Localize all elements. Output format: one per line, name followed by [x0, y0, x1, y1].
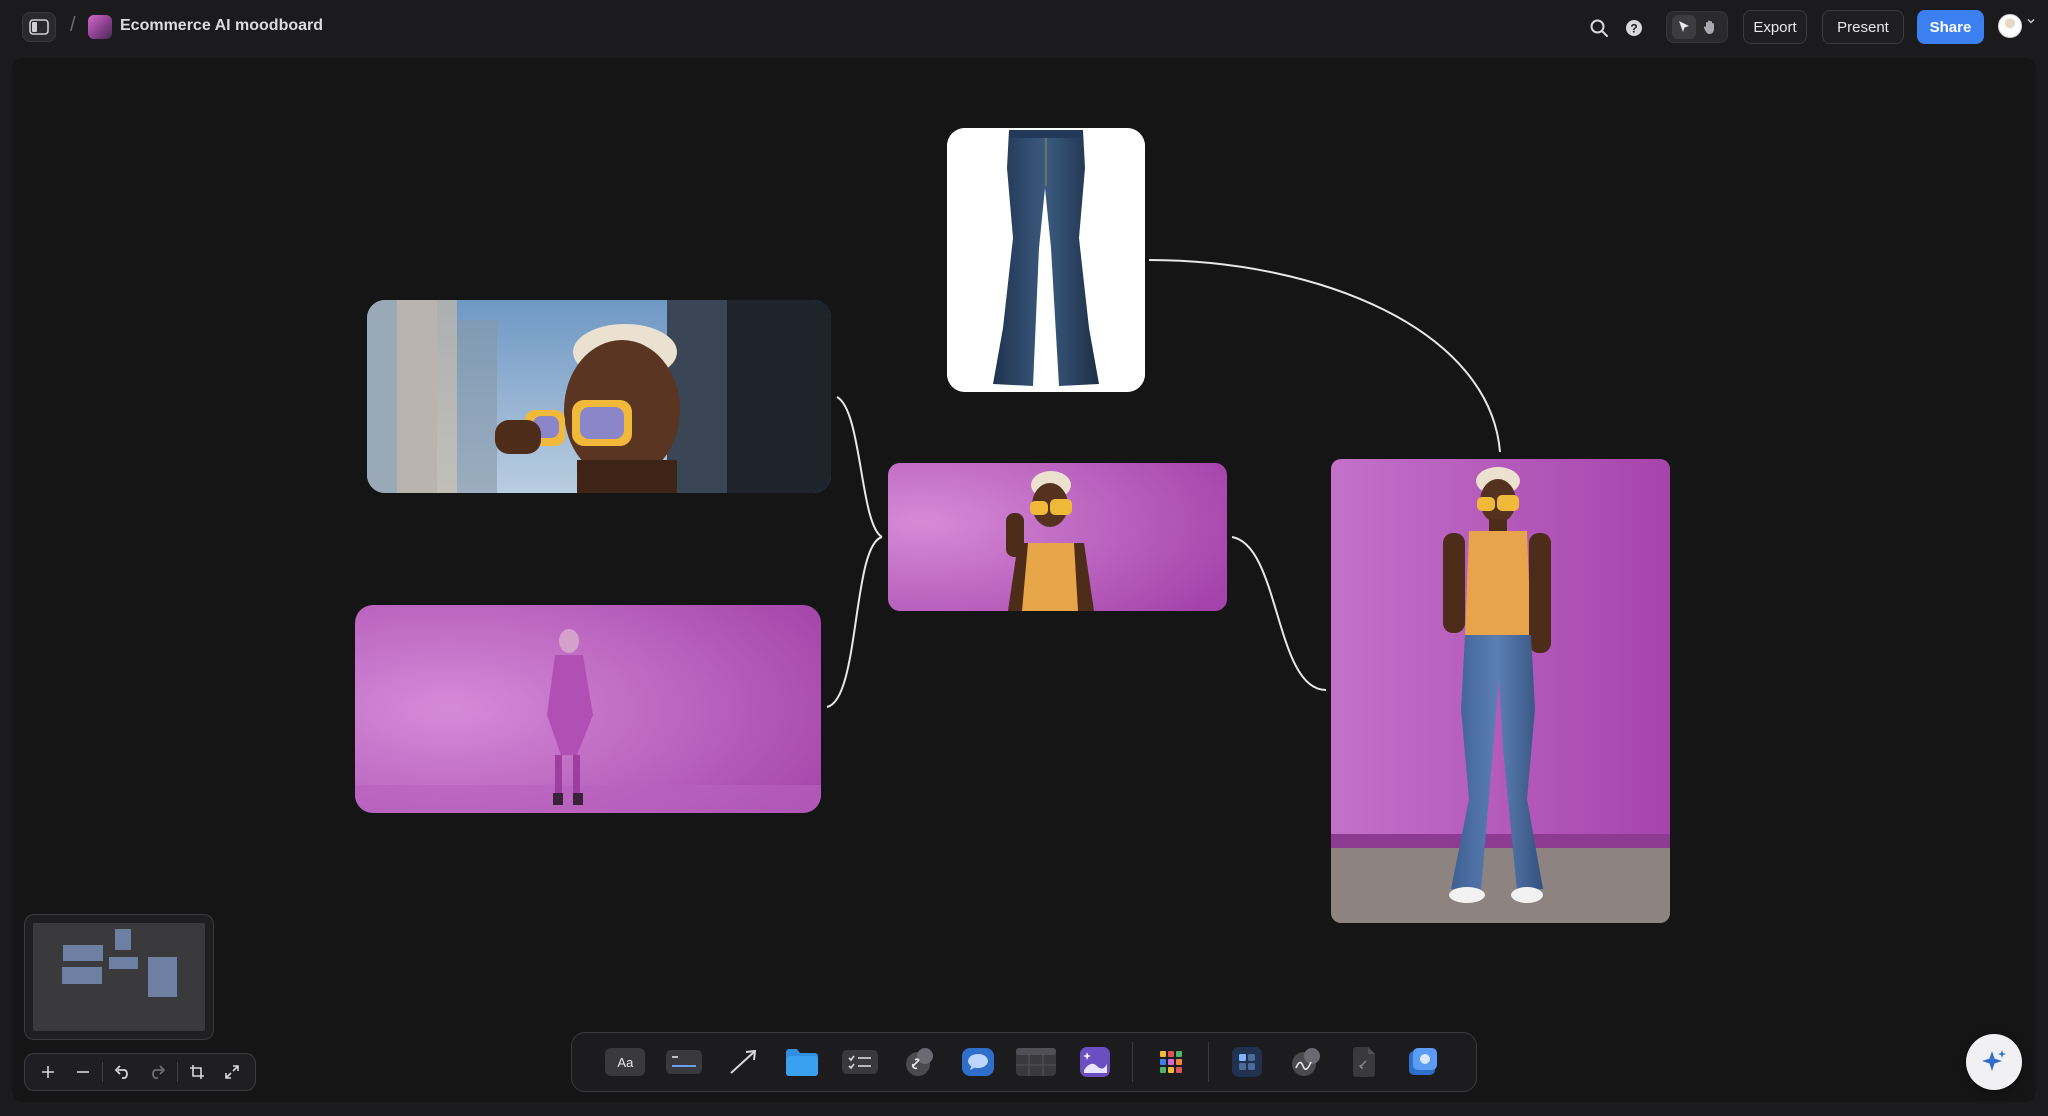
crop-icon: [189, 1065, 204, 1079]
minimap-block: [148, 957, 177, 997]
arrow-icon: [730, 1049, 756, 1074]
user-avatar[interactable]: [1998, 14, 2022, 38]
ai-assistant-button[interactable]: [1966, 1034, 2022, 1090]
table-icon: [1016, 1048, 1057, 1076]
top-bar: / Ecommerce AI moodboard ? Export Presen…: [0, 0, 2048, 56]
board-title[interactable]: Ecommerce AI moodboard: [120, 17, 323, 35]
folder-icon: [785, 1049, 818, 1076]
minimap-block: [109, 957, 138, 969]
widget-tool-button[interactable]: [1217, 1040, 1276, 1084]
link-icon: [905, 1048, 933, 1076]
tool-mode-toggle: [1666, 11, 1728, 43]
board-thumbnail: [88, 15, 112, 39]
upload-tool-button[interactable]: [1393, 1040, 1452, 1084]
undo-button[interactable]: [105, 1057, 140, 1087]
image-icon: [1080, 1047, 1111, 1077]
image-tool-button[interactable]: [1066, 1040, 1125, 1084]
export-button[interactable]: Export: [1743, 10, 1807, 44]
file-tool-button[interactable]: [1335, 1040, 1394, 1084]
sketch-icon: [1292, 1048, 1321, 1076]
sparkle-icon: [1982, 1050, 2006, 1071]
redo-button[interactable]: [140, 1057, 175, 1087]
text-tool-icon: Aa: [605, 1048, 646, 1076]
svg-text:?: ?: [1630, 22, 1637, 36]
divider: [1132, 1042, 1134, 1082]
minimap-viewport: [33, 923, 205, 1031]
search-icon: [1590, 19, 1608, 37]
image-card-full-outfit[interactable]: [1331, 459, 1670, 923]
minimap[interactable]: [24, 914, 214, 1040]
undo-icon: [114, 1065, 128, 1079]
share-button[interactable]: Share: [1917, 10, 1984, 44]
pink-studio-dancer-image: [355, 605, 821, 813]
comment-tool-button[interactable]: [948, 1040, 1007, 1084]
draw-tool-button[interactable]: [1276, 1040, 1335, 1084]
note-icon: [666, 1050, 703, 1074]
note-tool-button[interactable]: [655, 1040, 714, 1084]
zoom-out-button[interactable]: [66, 1057, 101, 1087]
divider: [1208, 1042, 1210, 1082]
image-card-sunglasses-studio[interactable]: [888, 463, 1227, 611]
fit-to-screen-button[interactable]: [180, 1057, 215, 1087]
minimap-block: [115, 929, 131, 950]
image-card-sunglasses-closeup[interactable]: [367, 300, 831, 493]
chevron-down-icon[interactable]: [2026, 16, 2036, 26]
divider: [102, 1062, 104, 1082]
jeans-image: [947, 128, 1145, 392]
file-icon: [1352, 1047, 1375, 1077]
search-button[interactable]: [1585, 14, 1613, 42]
minus-icon: [77, 1071, 89, 1073]
sidebar-toggle-icon: [29, 19, 49, 35]
present-button[interactable]: Present: [1822, 10, 1904, 44]
divider: [176, 1062, 178, 1082]
minimap-block: [63, 945, 103, 961]
sunglasses-studio-image: [888, 463, 1227, 611]
zoom-controls: [24, 1053, 256, 1091]
zoom-in-button[interactable]: [31, 1057, 66, 1087]
fullscreen-button[interactable]: [214, 1057, 249, 1087]
sidebar-toggle-button[interactable]: [22, 12, 56, 42]
select-tool-button[interactable]: [1672, 15, 1696, 39]
text-tool-label: Aa: [617, 1054, 634, 1070]
apps-grid-icon: [1159, 1051, 1182, 1073]
widget-icon: [1231, 1047, 1262, 1077]
plus-icon: [42, 1066, 55, 1078]
comment-icon: [961, 1048, 994, 1076]
help-button[interactable]: ?: [1620, 14, 1648, 42]
breadcrumb-separator: /: [70, 14, 76, 36]
board-tool-button[interactable]: [772, 1040, 831, 1084]
hand-tool-button[interactable]: [1698, 15, 1722, 39]
image-card-pink-studio-dancer[interactable]: [355, 605, 821, 813]
link-tool-button[interactable]: [890, 1040, 949, 1084]
text-tool-button[interactable]: Aa: [596, 1040, 655, 1084]
apps-tool-button[interactable]: [1141, 1040, 1200, 1084]
hand-icon: [1703, 20, 1714, 34]
arrow-tool-button[interactable]: [713, 1040, 772, 1084]
minimap-block: [62, 967, 102, 984]
expand-icon: [224, 1065, 239, 1079]
full-outfit-image: [1331, 459, 1670, 923]
sunglasses-closeup-image: [367, 300, 831, 493]
cursor-icon: [1679, 21, 1689, 32]
table-tool-button[interactable]: [1007, 1040, 1066, 1084]
upload-icon: [1408, 1048, 1437, 1075]
checklist-icon: [842, 1050, 879, 1074]
todo-tool-button[interactable]: [831, 1040, 890, 1084]
help-icon: ?: [1626, 20, 1642, 36]
bottom-toolbar: Aa: [571, 1032, 1477, 1092]
redo-icon: [152, 1065, 166, 1079]
image-card-jeans[interactable]: [947, 128, 1145, 392]
